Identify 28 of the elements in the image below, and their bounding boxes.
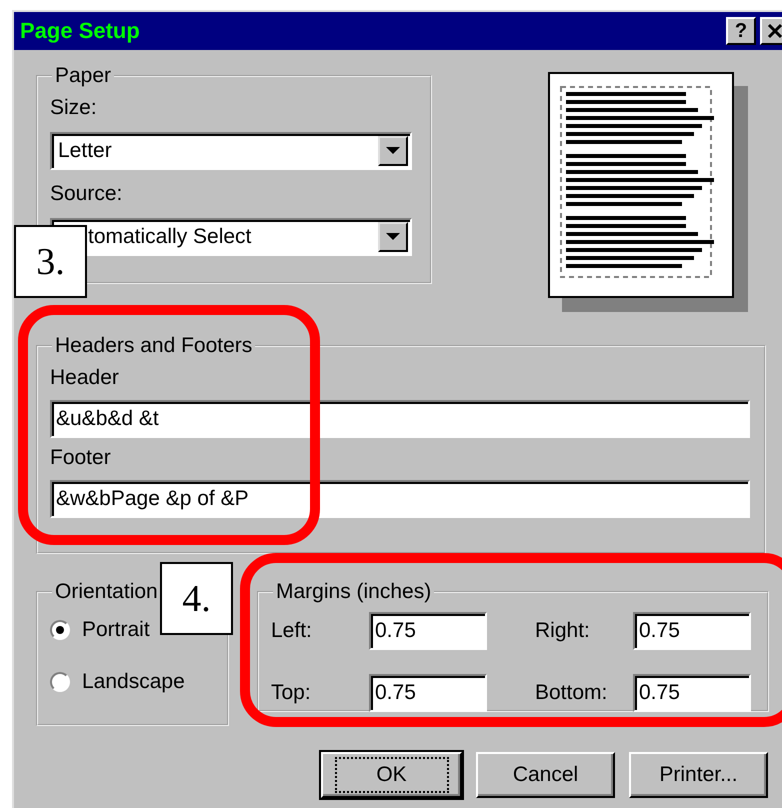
field-label: Source: <box>50 182 124 206</box>
callout-number: 4. <box>160 562 233 635</box>
field-label: Size: <box>50 96 98 120</box>
field-label: Top: <box>271 681 312 705</box>
header-field[interactable]: &u&b&d &t <box>50 400 750 438</box>
group-label: Margins (inches) <box>275 580 432 604</box>
field-label: Footer <box>50 446 112 470</box>
margin-field[interactable]: 0.75 <box>633 612 751 650</box>
size-dropdown[interactable]: Letter <box>50 132 412 170</box>
field-label: Bottom: <box>535 681 608 705</box>
field-label: Left: <box>271 619 313 643</box>
help-button[interactable]: ? <box>726 17 756 45</box>
dialog-button[interactable]: OK <box>321 752 462 798</box>
group-label: Paper <box>54 64 112 88</box>
dialog-button[interactable]: Cancel <box>476 752 615 798</box>
callout-number: 3. <box>14 225 87 298</box>
field-label: Right: <box>535 619 591 643</box>
dialog-button[interactable]: Printer... <box>629 752 768 798</box>
margin-field[interactable]: 0.75 <box>369 674 487 712</box>
group-label: Orientation <box>54 580 159 604</box>
group-label: Headers and Footers <box>54 334 254 358</box>
radio-label[interactable]: Landscape <box>82 670 185 694</box>
footer-field[interactable]: &w&bPage &p of &P <box>50 480 750 518</box>
radio-label[interactable]: Portrait <box>82 618 150 642</box>
window-title: Page Setup <box>20 18 140 44</box>
field-label: Header <box>50 366 120 390</box>
margin-field[interactable]: 0.75 <box>633 674 751 712</box>
margin-field[interactable]: 0.75 <box>369 612 487 650</box>
